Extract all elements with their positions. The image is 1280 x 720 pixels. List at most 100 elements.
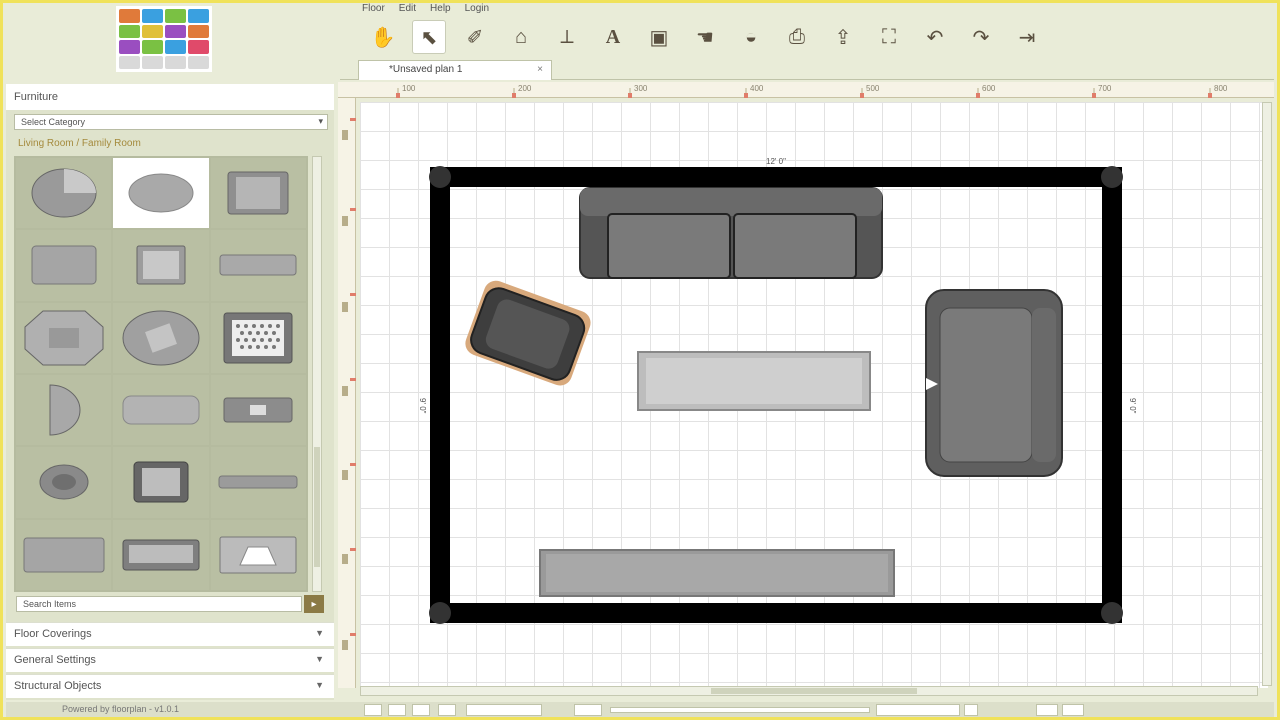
door-icon[interactable]: ▣	[642, 20, 676, 54]
square-stool-icon[interactable]	[113, 447, 209, 518]
square-table-icon[interactable]	[210, 158, 306, 229]
armchair[interactable]	[462, 277, 594, 389]
menu-floor[interactable]: Floor	[362, 3, 385, 14]
ruler-label: 800	[1214, 84, 1228, 93]
canvas-vertical-scrollbar[interactable]	[1262, 102, 1272, 686]
bench-icon[interactable]	[210, 230, 306, 301]
menu-help[interactable]: Help	[430, 3, 451, 14]
pan-icon[interactable]: ☚	[688, 20, 722, 54]
powered-by-text: Powered by floorplan - v1.0.1	[62, 704, 180, 714]
category-select[interactable]: Select Category ▾	[14, 114, 328, 130]
floor-plan-drawing[interactable]: 12' 0" 9' 0" 9' 0"	[360, 102, 1268, 688]
status-control[interactable]	[364, 704, 382, 716]
section-floor-coverings[interactable]: Floor Coverings ▼	[6, 622, 334, 646]
breadcrumb[interactable]: Living Room / Family Room	[18, 138, 141, 149]
status-control[interactable]	[1036, 704, 1058, 716]
fireplace-icon[interactable]	[210, 519, 306, 590]
menu-login[interactable]: Login	[465, 3, 489, 14]
status-control[interactable]	[438, 704, 456, 716]
furniture-scrollbar[interactable]	[312, 156, 322, 592]
ruler-label: 100	[402, 84, 416, 93]
category-select-value: Select Category	[21, 117, 86, 127]
scrollbar-thumb[interactable]	[314, 447, 320, 567]
zoom-field[interactable]	[876, 704, 960, 716]
section-label: Floor Coverings	[14, 628, 92, 640]
wall-corner-handle	[1101, 166, 1123, 188]
chevron-down-icon: ▼	[315, 628, 324, 638]
print-icon[interactable]: ⎙	[780, 20, 814, 54]
plant-pot-icon[interactable]	[16, 447, 112, 518]
status-control[interactable]	[964, 704, 978, 716]
furniture-panel: Furniture Select Category ▾ Living Room …	[6, 84, 334, 700]
canvas-horizontal-scrollbar[interactable]	[360, 686, 1258, 696]
cushion-icon[interactable]	[113, 375, 209, 446]
room-height-label: 9' 0"	[418, 398, 427, 414]
wall-corner-handle	[1101, 602, 1123, 624]
status-control[interactable]	[412, 704, 430, 716]
section-structural-objects[interactable]: Structural Objects ▼	[6, 674, 334, 698]
ruler-label: 200	[518, 84, 532, 93]
plan-canvas-area: 100 200 300 400 500 600 700 800 12' 0" 9…	[338, 82, 1274, 698]
ruler-label: 600	[982, 84, 996, 93]
cabinet-icon[interactable]	[16, 519, 112, 590]
round-table-icon[interactable]	[16, 158, 112, 229]
close-icon[interactable]: ×	[537, 64, 543, 75]
ruler-label: 300	[634, 84, 648, 93]
menu-bar: Floor Edit Help Login	[362, 3, 489, 14]
draw-wall-icon[interactable]: ✐	[458, 20, 492, 54]
menu-edit[interactable]: Edit	[399, 3, 416, 14]
loveseat[interactable]	[925, 289, 1063, 477]
status-control[interactable]	[388, 704, 406, 716]
pointer-icon[interactable]: ⬉	[412, 20, 446, 54]
search-input[interactable]: Search Items	[16, 596, 302, 612]
toolbar: ✋ ⬉ ✐ ⌂ ⟂ A ▣ ☚ ◒ ⎙ ⇪ ⛶ ↶ ↷ ⇥	[366, 20, 1044, 54]
section-general-settings[interactable]: General Settings ▼	[6, 648, 334, 672]
fill-icon[interactable]: ◒	[734, 20, 768, 54]
octagon-table-icon[interactable]	[16, 302, 112, 373]
chevron-down-icon: ▼	[315, 654, 324, 664]
app-logo[interactable]	[116, 6, 212, 72]
ruler-label: 700	[1098, 84, 1112, 93]
redo-icon[interactable]: ↷	[964, 20, 998, 54]
media-console[interactable]	[539, 549, 895, 597]
tab-label: *Unsaved plan 1	[389, 64, 463, 75]
wall-corner-handle	[429, 166, 451, 188]
console-table-icon[interactable]	[113, 519, 209, 590]
patterned-rug-icon[interactable]	[210, 302, 306, 373]
ruler-label: 400	[750, 84, 764, 93]
scrollbar-thumb[interactable]	[711, 688, 917, 694]
search-icon[interactable]: ▸	[304, 595, 324, 613]
exit-icon[interactable]: ⇥	[1010, 20, 1044, 54]
chevron-down-icon: ▾	[318, 116, 323, 126]
room-width-label: 12' 0"	[766, 157, 786, 166]
round-coffee-table-icon[interactable]	[113, 302, 209, 373]
section-label: Structural Objects	[14, 680, 102, 692]
panel-title: Furniture	[6, 84, 334, 110]
oval-rug-icon[interactable]	[113, 158, 209, 229]
section-label: General Settings	[14, 654, 96, 666]
coffee-table[interactable]	[637, 351, 871, 411]
status-field[interactable]	[466, 704, 542, 716]
dimension-icon[interactable]: ⟂	[550, 20, 584, 54]
end-table-icon[interactable]	[113, 230, 209, 301]
wall-corner-handle	[429, 602, 451, 624]
fit-icon[interactable]: ⛶	[872, 20, 906, 54]
shelf-icon[interactable]	[210, 447, 306, 518]
zoom-slider[interactable]	[610, 707, 870, 713]
draw-room-icon[interactable]: ⌂	[504, 20, 538, 54]
status-control[interactable]	[1062, 704, 1084, 716]
undo-icon[interactable]: ↶	[918, 20, 952, 54]
sofa[interactable]	[579, 187, 883, 279]
half-round-table-icon[interactable]	[16, 375, 112, 446]
chevron-down-icon: ▼	[315, 680, 324, 690]
ottoman-icon[interactable]	[16, 230, 112, 301]
status-bar: Powered by floorplan - v1.0.1	[6, 702, 1274, 718]
select-icon[interactable]: ✋	[366, 20, 400, 54]
status-control[interactable]	[574, 704, 602, 716]
text-icon[interactable]: A	[596, 20, 630, 54]
tab-strip: *Unsaved plan 1 ×	[340, 58, 1274, 80]
tab-plan[interactable]: *Unsaved plan 1 ×	[358, 60, 552, 80]
room-height-label: 9' 0"	[1128, 398, 1137, 414]
export-icon[interactable]: ⇪	[826, 20, 860, 54]
tv-stand-icon[interactable]	[210, 375, 306, 446]
